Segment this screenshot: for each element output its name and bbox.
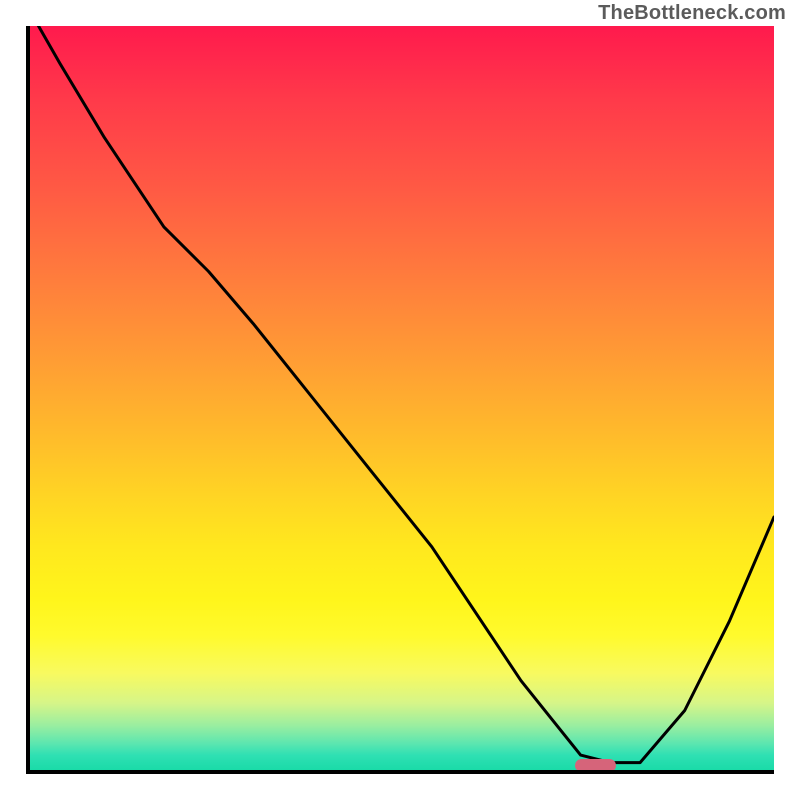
bottleneck-curve [30,26,774,763]
curve-svg [30,26,774,770]
watermark-text: TheBottleneck.com [598,2,786,25]
chart-wrapper: TheBottleneck.com [0,0,800,800]
optimal-marker [575,759,616,772]
plot-area [26,26,774,774]
